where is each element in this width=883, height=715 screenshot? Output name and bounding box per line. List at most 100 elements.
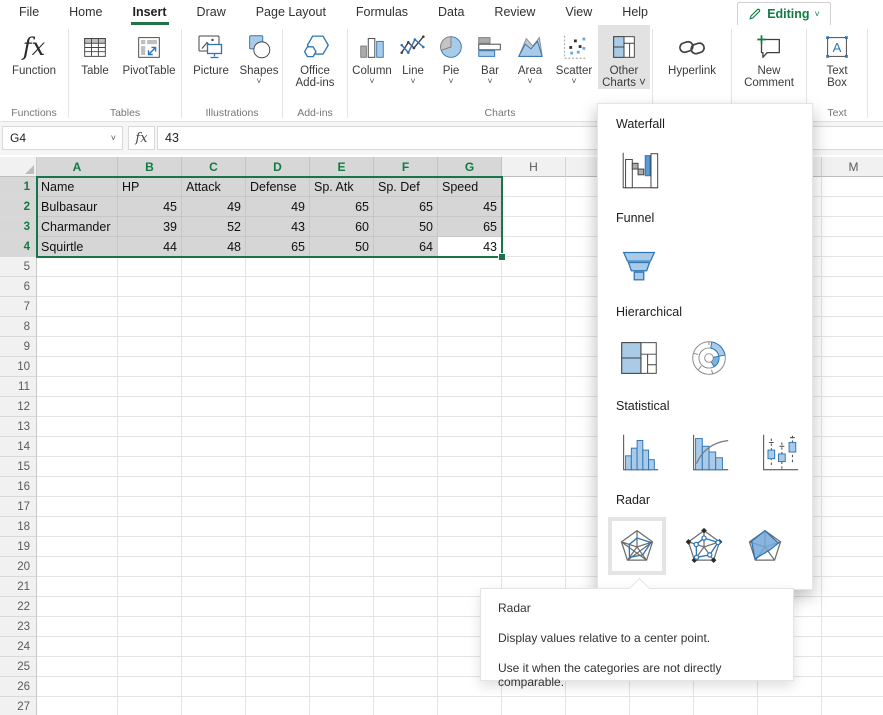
cell-M23[interactable]: [822, 617, 883, 637]
cell-F3[interactable]: 50: [374, 217, 438, 237]
tab-data[interactable]: Data: [423, 0, 479, 25]
cell-B25[interactable]: [118, 657, 182, 677]
cell-E11[interactable]: [310, 377, 374, 397]
editing-mode-button[interactable]: Editing ˅: [737, 2, 831, 26]
name-box[interactable]: G4 ˅: [2, 126, 123, 150]
cell-D17[interactable]: [246, 497, 310, 517]
cell-E1[interactable]: Sp. Atk: [310, 177, 374, 197]
cell-H10[interactable]: [502, 357, 566, 377]
other-charts-button[interactable]: Other Charts ˅: [598, 25, 650, 89]
cell-G3[interactable]: 65: [438, 217, 502, 237]
cell-H5[interactable]: [502, 257, 566, 277]
cell-A26[interactable]: [37, 677, 118, 697]
cell-A1[interactable]: Name: [37, 177, 118, 197]
cell-E4[interactable]: 50: [310, 237, 374, 257]
cell-A22[interactable]: [37, 597, 118, 617]
cell-B2[interactable]: 45: [118, 197, 182, 217]
column-header-A[interactable]: A: [37, 157, 118, 177]
cell-C21[interactable]: [182, 577, 246, 597]
function-button[interactable]: fx Function: [2, 25, 66, 77]
cell-D16[interactable]: [246, 477, 310, 497]
cell-F23[interactable]: [374, 617, 438, 637]
cell-M17[interactable]: [822, 497, 883, 517]
cell-E14[interactable]: [310, 437, 374, 457]
cell-G2[interactable]: 45: [438, 197, 502, 217]
new-comment-button[interactable]: New Comment: [734, 25, 804, 89]
cell-A10[interactable]: [37, 357, 118, 377]
cell-C15[interactable]: [182, 457, 246, 477]
cell-C4[interactable]: 48: [182, 237, 246, 257]
insert-function-button[interactable]: fx: [128, 126, 155, 150]
fill-handle[interactable]: [498, 253, 506, 261]
row-header-27[interactable]: 27: [0, 697, 37, 715]
cell-D19[interactable]: [246, 537, 310, 557]
cell-G17[interactable]: [438, 497, 502, 517]
cell-C17[interactable]: [182, 497, 246, 517]
cell-D15[interactable]: [246, 457, 310, 477]
cell-F13[interactable]: [374, 417, 438, 437]
cell-F6[interactable]: [374, 277, 438, 297]
cell-A13[interactable]: [37, 417, 118, 437]
cell-F21[interactable]: [374, 577, 438, 597]
cell-E27[interactable]: [310, 697, 374, 715]
cell-B23[interactable]: [118, 617, 182, 637]
cell-B11[interactable]: [118, 377, 182, 397]
cell-G10[interactable]: [438, 357, 502, 377]
office-addins-button[interactable]: Office Add-ins: [285, 25, 345, 89]
cell-D14[interactable]: [246, 437, 310, 457]
cell-B8[interactable]: [118, 317, 182, 337]
cell-B12[interactable]: [118, 397, 182, 417]
cell-F20[interactable]: [374, 557, 438, 577]
tab-formulas[interactable]: Formulas: [341, 0, 423, 25]
cell-C8[interactable]: [182, 317, 246, 337]
cell-C25[interactable]: [182, 657, 246, 677]
cell-D18[interactable]: [246, 517, 310, 537]
cell-D10[interactable]: [246, 357, 310, 377]
cell-A3[interactable]: Charmander: [37, 217, 118, 237]
cell-B16[interactable]: [118, 477, 182, 497]
cell-M2[interactable]: [822, 197, 883, 217]
treemap-chart-icon[interactable]: [616, 335, 662, 381]
cell-H6[interactable]: [502, 277, 566, 297]
picture-button[interactable]: Picture: [184, 25, 238, 77]
box-whisker-chart-icon[interactable]: [756, 429, 802, 475]
cell-C18[interactable]: [182, 517, 246, 537]
cell-E5[interactable]: [310, 257, 374, 277]
cell-C11[interactable]: [182, 377, 246, 397]
column-header-E[interactable]: E: [310, 157, 374, 177]
cell-C10[interactable]: [182, 357, 246, 377]
cell-A21[interactable]: [37, 577, 118, 597]
cell-A14[interactable]: [37, 437, 118, 457]
cell-M19[interactable]: [822, 537, 883, 557]
cell-E17[interactable]: [310, 497, 374, 517]
cell-F7[interactable]: [374, 297, 438, 317]
cell-E19[interactable]: [310, 537, 374, 557]
cell-C9[interactable]: [182, 337, 246, 357]
cell-C20[interactable]: [182, 557, 246, 577]
cell-E9[interactable]: [310, 337, 374, 357]
cell-D1[interactable]: Defense: [246, 177, 310, 197]
sunburst-chart-icon[interactable]: [686, 335, 732, 381]
cell-H15[interactable]: [502, 457, 566, 477]
cell-F16[interactable]: [374, 477, 438, 497]
cell-E25[interactable]: [310, 657, 374, 677]
cell-B26[interactable]: [118, 677, 182, 697]
cell-C13[interactable]: [182, 417, 246, 437]
cell-M15[interactable]: [822, 457, 883, 477]
cell-A5[interactable]: [37, 257, 118, 277]
cell-B14[interactable]: [118, 437, 182, 457]
cell-G13[interactable]: [438, 417, 502, 437]
cell-C12[interactable]: [182, 397, 246, 417]
cell-C2[interactable]: 49: [182, 197, 246, 217]
waterfall-chart-icon[interactable]: [616, 147, 662, 193]
tab-review[interactable]: Review: [479, 0, 550, 25]
cell-F1[interactable]: Sp. Def: [374, 177, 438, 197]
cell-F8[interactable]: [374, 317, 438, 337]
cell-E23[interactable]: [310, 617, 374, 637]
histogram-chart-icon[interactable]: [616, 429, 662, 475]
row-header-5[interactable]: 5: [0, 257, 37, 277]
pareto-chart-icon[interactable]: [686, 429, 732, 475]
cell-M4[interactable]: [822, 237, 883, 257]
tab-home[interactable]: Home: [54, 0, 117, 25]
cell-G14[interactable]: [438, 437, 502, 457]
